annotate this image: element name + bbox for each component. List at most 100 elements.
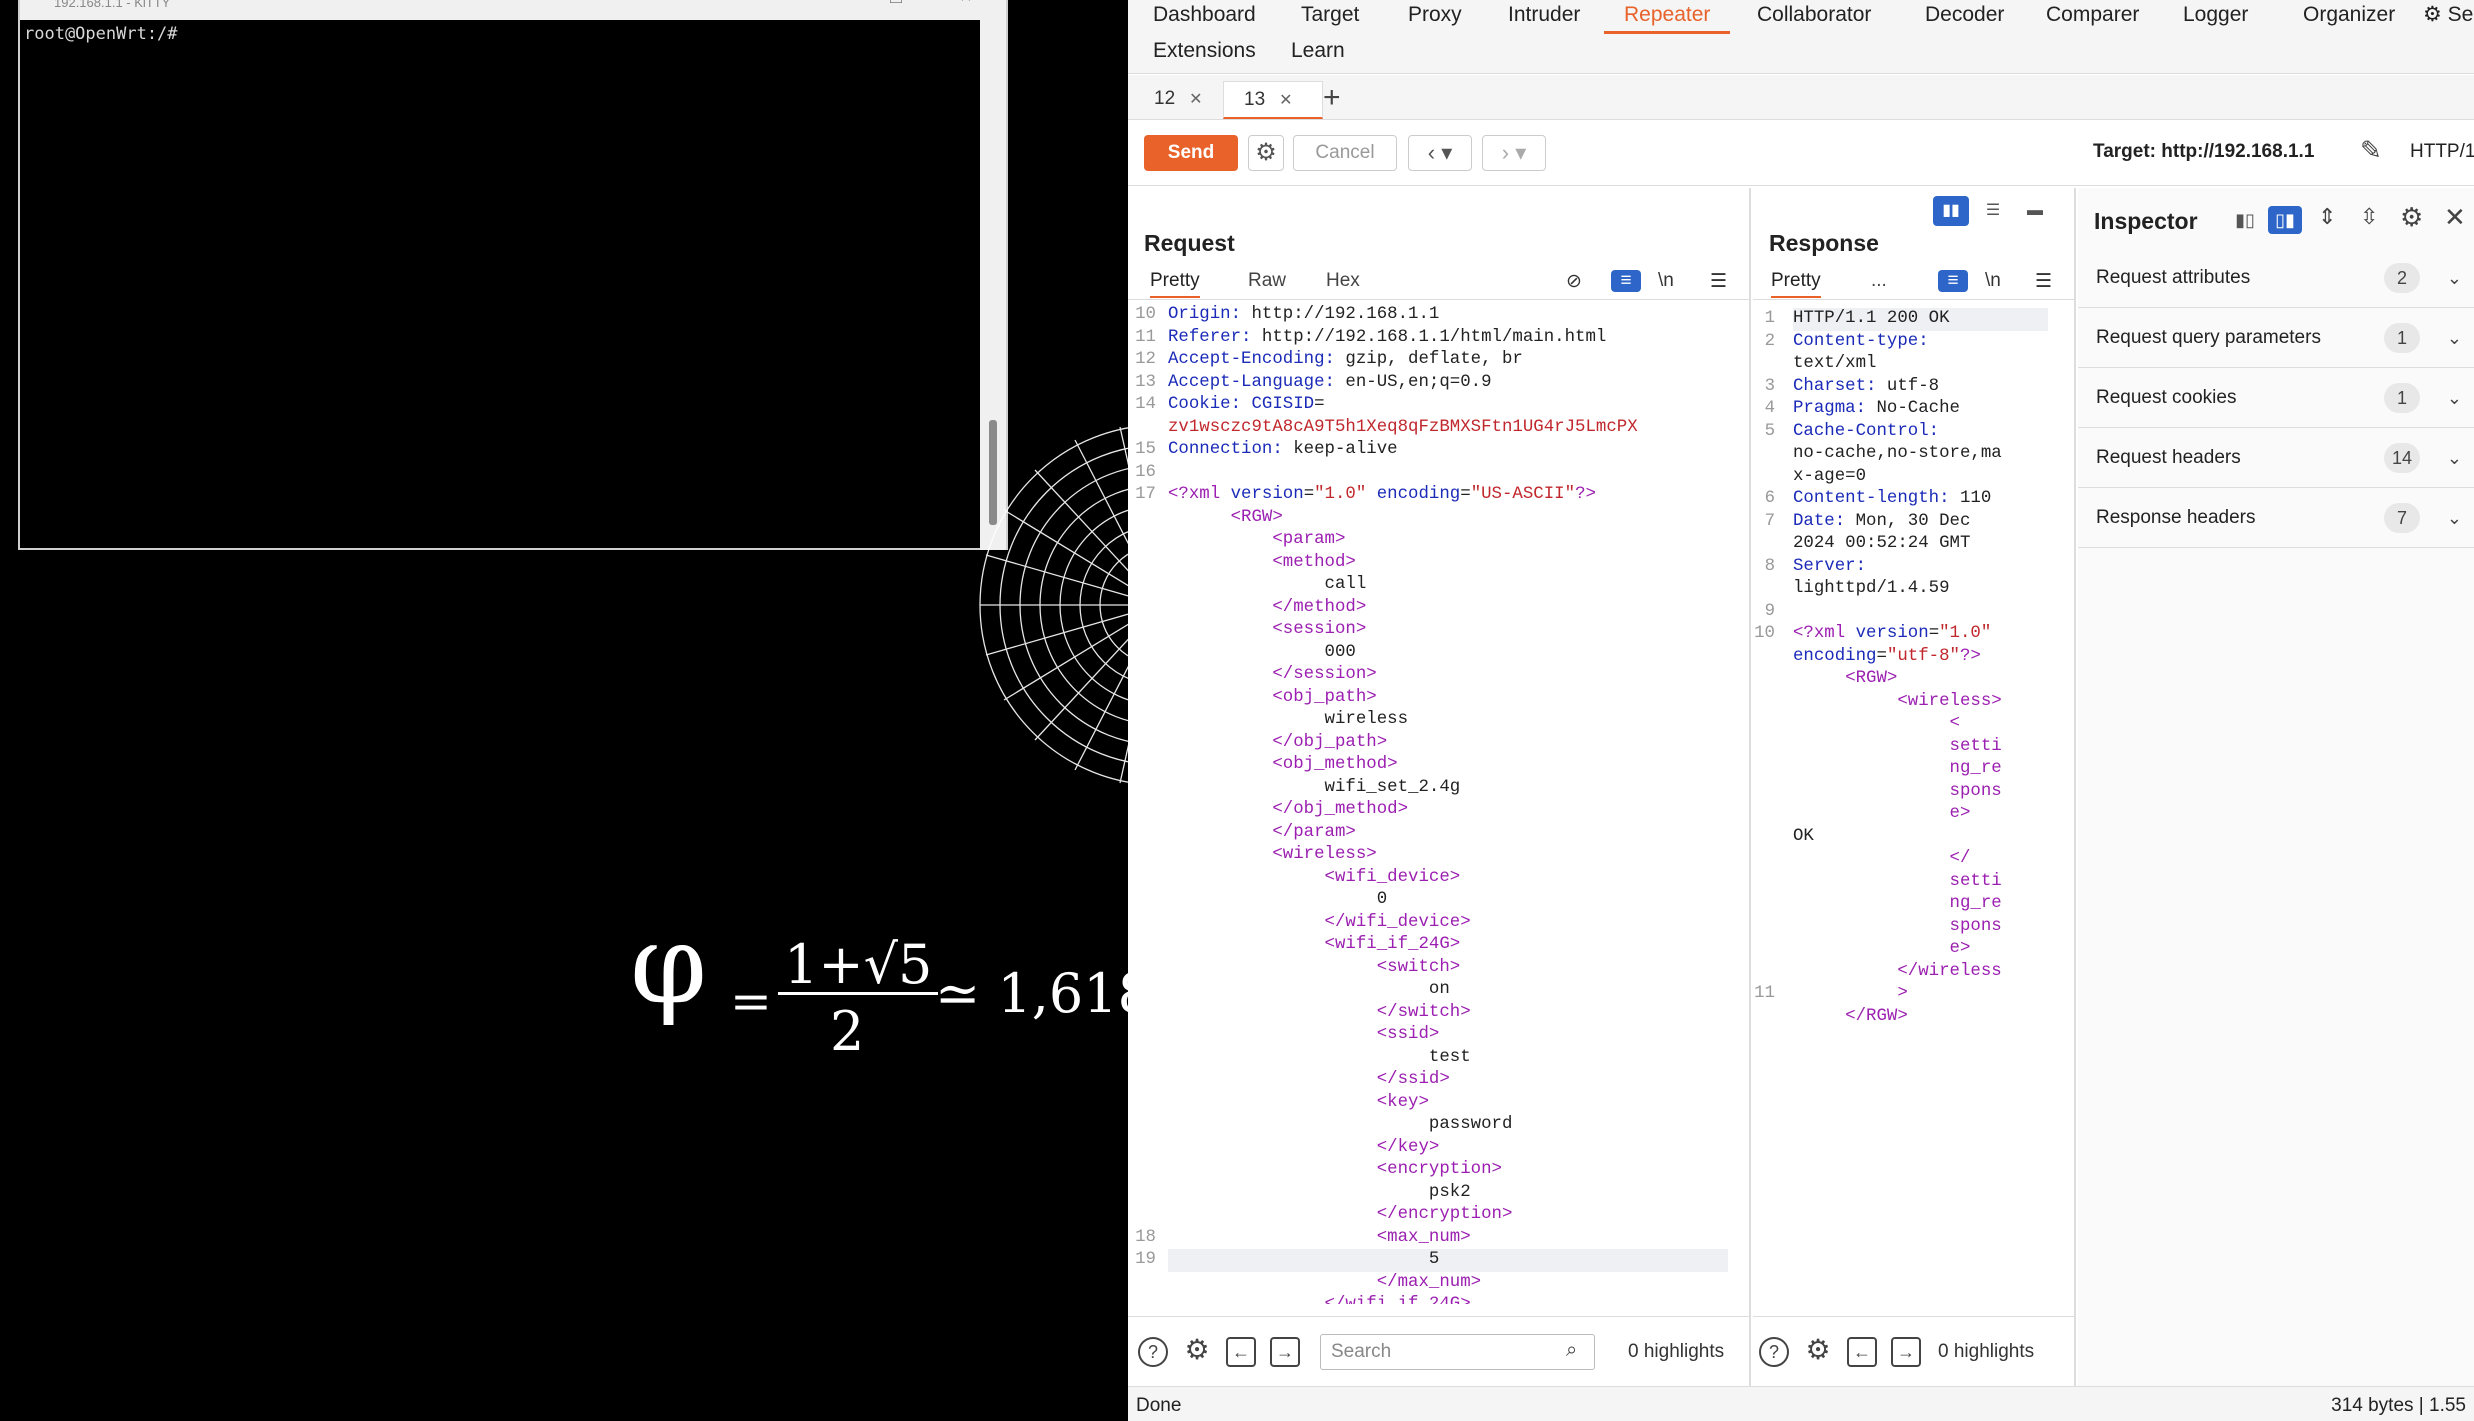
response-view-pretty[interactable]: Pretty bbox=[1771, 270, 1821, 298]
tab-collaborator[interactable]: Collaborator bbox=[1757, 0, 1871, 34]
settings-gear-icon[interactable]: ⚙ bbox=[1248, 135, 1284, 171]
wrap-lines-icon[interactable]: ≡ bbox=[1611, 270, 1641, 292]
response-footer: ? ⚙ ← → 0 highlights bbox=[1753, 1316, 2074, 1386]
response-highlights: 0 highlights bbox=[1938, 1341, 2035, 1362]
settings-gear-icon[interactable]: ⚙ bbox=[2400, 202, 2423, 233]
send-button[interactable]: Send bbox=[1144, 135, 1238, 171]
inspector-row-count: 7 bbox=[2384, 503, 2420, 533]
screen: 192.168.1.1 - KiTTY □ × root@OpenWrt:/# bbox=[0, 0, 2474, 1421]
request-search-input[interactable]: Search bbox=[1320, 1334, 1595, 1370]
forward-history-icon[interactable]: › ▾ bbox=[1482, 135, 1546, 171]
menu-icon[interactable]: ☰ bbox=[1710, 270, 1727, 293]
tab-intruder[interactable]: Intruder bbox=[1508, 0, 1580, 34]
terminal-title: 192.168.1.1 - KiTTY bbox=[54, 0, 171, 10]
menu-icon[interactable]: ☰ bbox=[2035, 270, 2052, 293]
inspector-row-label: Request headers bbox=[2096, 447, 2241, 468]
repeater-tab-12[interactable]: 12 ✕ bbox=[1134, 81, 1234, 119]
phi-symbol: φ bbox=[630, 900, 708, 1028]
inspector-row-request-headers[interactable]: Request headers 14 ⌄ bbox=[2078, 428, 2474, 488]
tab-dashboard[interactable]: Dashboard bbox=[1153, 0, 1256, 34]
request-view-pretty[interactable]: Pretty bbox=[1150, 270, 1200, 298]
collapse-all-icon[interactable]: ⇳ bbox=[2360, 204, 2378, 230]
request-footer: ? ⚙ ← → Search ⌕ 0 highlights bbox=[1128, 1316, 1749, 1386]
inspector-row-label: Request attributes bbox=[2096, 267, 2251, 288]
close-tab-icon[interactable]: ✕ bbox=[1279, 92, 1292, 109]
http-version-label[interactable]: HTTP/1 bbox=[2410, 141, 2474, 163]
inspector-title: Inspector bbox=[2094, 208, 2198, 234]
gear-icon: ⚙ bbox=[2423, 3, 2442, 26]
tab-proxy[interactable]: Proxy bbox=[1408, 0, 1462, 34]
newline-toggle[interactable]: \n bbox=[1985, 270, 2001, 292]
chevron-down-icon: ⌄ bbox=[2446, 448, 2462, 468]
response-view-tabs: Pretty ... ≡ \n ☰ bbox=[1753, 264, 2074, 300]
response-title: Response bbox=[1769, 230, 1879, 256]
newline-toggle[interactable]: \n bbox=[1658, 270, 1674, 292]
tab-settings[interactable]: ⚙ Se bbox=[2423, 0, 2473, 34]
repeater-toolbar: Send ⚙ Cancel ‹ ▾ › ▾ Target: http://192… bbox=[1128, 121, 2474, 186]
terminal-prompt[interactable]: root@OpenWrt:/# bbox=[24, 24, 178, 44]
inspector-row-count: 1 bbox=[2384, 323, 2420, 353]
chevron-down-icon: ⌄ bbox=[2446, 388, 2462, 408]
next-match-icon[interactable]: → bbox=[1270, 1337, 1300, 1367]
next-match-icon[interactable]: → bbox=[1891, 1337, 1921, 1367]
wrap-lines-icon[interactable]: ≡ bbox=[1938, 270, 1968, 292]
inspector-row-label: Response headers bbox=[2096, 507, 2256, 528]
stacked-layout-icon[interactable]: ☰ bbox=[1975, 196, 2011, 226]
repeater-tab-label: 12 bbox=[1154, 88, 1176, 109]
help-icon[interactable]: ? bbox=[1759, 1337, 1789, 1367]
inspector-layout-right-icon[interactable]: ▯▮ bbox=[2268, 206, 2302, 234]
response-line-numbers: 1 2 3 4 5 6 7 8 9 10 11 bbox=[1754, 309, 1775, 1003]
tab-logger[interactable]: Logger bbox=[2183, 0, 2248, 34]
cancel-button[interactable]: Cancel bbox=[1293, 135, 1397, 171]
prev-match-icon[interactable]: ← bbox=[1226, 1337, 1256, 1367]
inspector-row-label: Request cookies bbox=[2096, 387, 2237, 408]
burp-window: Dashboard Target Proxy Intruder Repeater… bbox=[1128, 0, 2474, 1421]
request-pane: Request Pretty Raw Hex ⊘ ≡ \n ☰ 10 11 12 13… bbox=[1128, 188, 1751, 1386]
hide-nonprintable-icon[interactable]: ⊘ bbox=[1566, 270, 1582, 293]
back-history-icon[interactable]: ‹ ▾ bbox=[1408, 135, 1472, 171]
formula-denominator: 2 bbox=[830, 1000, 865, 1060]
single-layout-icon[interactable]: ▬ bbox=[2017, 196, 2053, 226]
request-highlights: 0 highlights bbox=[1628, 1341, 1725, 1362]
settings-gear-icon[interactable]: ⚙ bbox=[1803, 1336, 1833, 1367]
close-icon[interactable]: ✕ bbox=[2444, 202, 2466, 233]
response-view-more[interactable]: ... bbox=[1871, 270, 1887, 292]
request-view-hex[interactable]: Hex bbox=[1326, 270, 1360, 292]
inspector-row-response-headers[interactable]: Response headers 7 ⌄ bbox=[2078, 488, 2474, 548]
tab-comparer[interactable]: Comparer bbox=[2046, 0, 2139, 34]
close-tab-icon[interactable]: ✕ bbox=[1189, 91, 1202, 108]
request-editor[interactable]: 10 11 12 13 14 15 16 17 18 19 Origin: http://192… bbox=[1128, 304, 1749, 1304]
formula-numerator: 1+√5 bbox=[778, 938, 939, 995]
tab-target[interactable]: Target bbox=[1301, 0, 1359, 34]
request-view-raw[interactable]: Raw bbox=[1248, 270, 1286, 292]
prev-match-icon[interactable]: ← bbox=[1847, 1337, 1877, 1367]
tab-repeater[interactable]: Repeater bbox=[1604, 0, 1731, 34]
request-line-numbers: 10 11 12 13 14 15 16 17 18 19 bbox=[1135, 305, 1156, 1269]
formula-equals: = bbox=[730, 972, 772, 1030]
inspector-row-request-cookies[interactable]: Request cookies 1 ⌄ bbox=[2078, 368, 2474, 428]
side-by-side-layout-icon[interactable]: ▮▮ bbox=[1933, 196, 1969, 226]
status-text: Done bbox=[1136, 1395, 1182, 1416]
response-editor[interactable]: 1 2 3 4 5 6 7 8 9 10 11 HTTP/1.1 200 OK Content-t… bbox=[1753, 308, 2074, 1088]
tab-organizer[interactable]: Organizer bbox=[2303, 0, 2395, 34]
chevron-down-icon: ⌄ bbox=[2446, 268, 2462, 288]
terminal-window[interactable]: 192.168.1.1 - KiTTY □ × root@OpenWrt:/# bbox=[18, 0, 1008, 550]
search-icon[interactable]: ⌕ bbox=[1566, 1339, 1577, 1362]
repeater-tab-13[interactable]: 13 ✕ bbox=[1223, 81, 1323, 119]
tab-extensions[interactable]: Extensions bbox=[1153, 36, 1256, 70]
response-pane: ▮▮ ☰ ▬ Response Pretty ... ≡ \n ☰ 123456… bbox=[1753, 188, 2076, 1386]
target-label[interactable]: Target: http://192.168.1.1 bbox=[2093, 141, 2314, 163]
inspector-layout-left-icon[interactable]: ▮▯ bbox=[2230, 206, 2260, 234]
edit-target-icon[interactable]: ✎ bbox=[2360, 135, 2382, 166]
inspector-row-query-params[interactable]: Request query parameters 1 ⌄ bbox=[2078, 308, 2474, 368]
help-icon[interactable]: ? bbox=[1138, 1337, 1168, 1367]
inspector-row-request-attributes[interactable]: Request attributes 2 ⌄ bbox=[2078, 248, 2474, 308]
tab-learn[interactable]: Learn bbox=[1291, 36, 1345, 70]
tab-decoder[interactable]: Decoder bbox=[1925, 0, 2004, 34]
add-tab-icon[interactable]: + bbox=[1323, 81, 1341, 115]
request-title: Request bbox=[1144, 230, 1235, 256]
settings-gear-icon[interactable]: ⚙ bbox=[1182, 1336, 1212, 1367]
expand-all-icon[interactable]: ⇕ bbox=[2318, 204, 2336, 230]
layout-toggle-group: ▮▮ ☰ ▬ bbox=[1933, 196, 2053, 226]
terminal-titlebar[interactable]: 192.168.1.1 - KiTTY □ × bbox=[20, 0, 1006, 20]
